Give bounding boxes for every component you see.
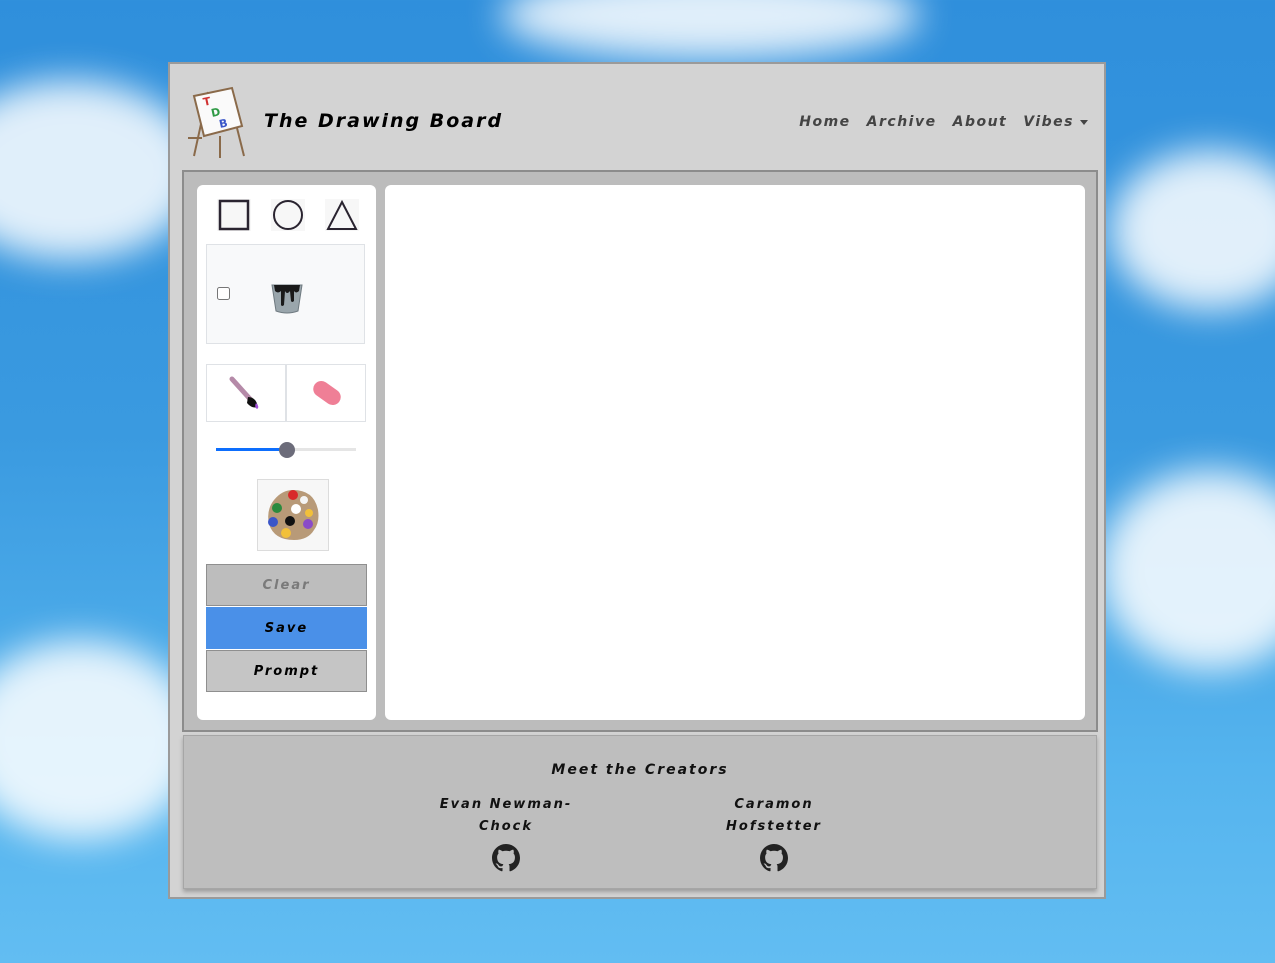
github-icon [492,844,520,872]
triangle-icon [326,199,358,230]
slider-thumb[interactable] [279,442,296,458]
eraser-tool-button[interactable] [286,364,366,422]
easel-logo[interactable]: T D B [184,86,256,160]
circle-tool-button[interactable] [271,199,305,231]
footer: Meet the Creators Evan Newman- Chock Car… [183,735,1097,889]
draw-tools [206,364,366,422]
square-icon [218,199,250,231]
clear-button[interactable]: Clear [206,564,367,606]
cloud [500,0,920,60]
creator-card: Caramon Hofstetter [674,794,874,876]
fill-checkbox[interactable] [217,287,230,300]
github-link[interactable] [492,844,520,876]
github-link[interactable] [760,844,788,876]
triangle-tool-button[interactable] [325,199,359,231]
nav-archive[interactable]: Archive [867,114,937,130]
color-palette-button[interactable] [257,479,329,551]
save-button[interactable]: Save [206,607,367,649]
eraser-icon [313,380,341,406]
nav-home[interactable]: Home [799,114,850,130]
fill-option [206,244,365,344]
drawing-canvas[interactable] [385,185,1085,720]
cloud [1100,470,1275,670]
tool-panel: Clear Save Prompt [197,185,376,720]
creator-name-line2: Chock [478,819,534,834]
workspace: Clear Save Prompt [182,170,1098,732]
creator-card: Evan Newman- Chock [406,794,606,876]
creator-name-line1: Caramon [734,797,814,812]
circle-icon [273,200,303,230]
slider-fill [216,448,288,451]
app-frame: T D B The Drawing Board Home Archive Abo… [168,62,1106,899]
cloud [1110,150,1275,310]
square-tool-button[interactable] [217,199,251,231]
site-title[interactable]: The Drawing Board [264,110,503,132]
paint-bucket-icon [271,284,303,314]
brush-size-slider[interactable] [216,442,356,458]
nav-vibes-label: Vibes [1023,114,1074,130]
chevron-down-icon [1080,119,1088,125]
nav-about[interactable]: About [953,114,1008,130]
palette-icon [268,490,319,540]
prompt-button[interactable]: Prompt [206,650,367,692]
main-nav: Home Archive About Vibes [799,114,1088,130]
brush-tool-button[interactable] [206,364,286,422]
paintbrush-icon [229,376,259,409]
creator-name-line1: Evan Newman- [439,797,573,812]
nav-vibes-dropdown[interactable]: Vibes [1023,114,1088,130]
creator-name-line2: Hofstetter [726,819,822,834]
shape-selector [217,199,359,231]
footer-title: Meet the Creators [551,762,729,778]
github-icon [760,844,788,872]
